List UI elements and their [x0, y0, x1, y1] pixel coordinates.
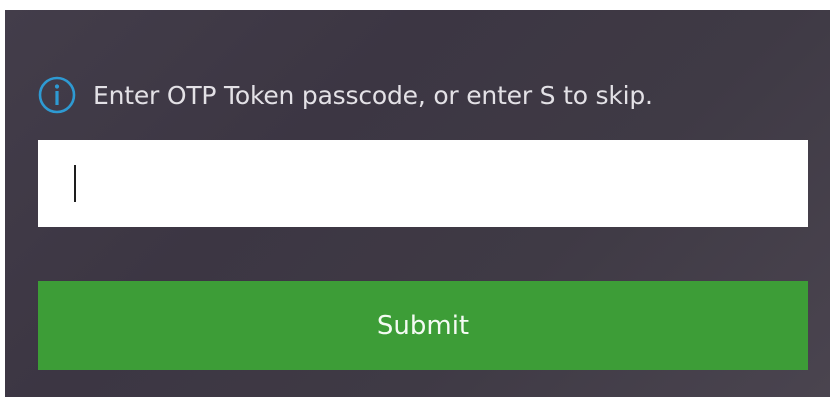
otp-prompt: Enter OTP Token passcode, or enter S to …	[38, 76, 653, 114]
prompt-text: Enter OTP Token passcode, or enter S to …	[93, 80, 653, 110]
otp-dialog-panel: Enter OTP Token passcode, or enter S to …	[5, 10, 830, 397]
info-circle-icon	[38, 76, 76, 114]
otp-passcode-input[interactable]	[38, 140, 808, 227]
submit-button[interactable]: Submit	[38, 281, 808, 370]
submit-button-label: Submit	[376, 310, 470, 341]
text-caret	[74, 165, 76, 202]
